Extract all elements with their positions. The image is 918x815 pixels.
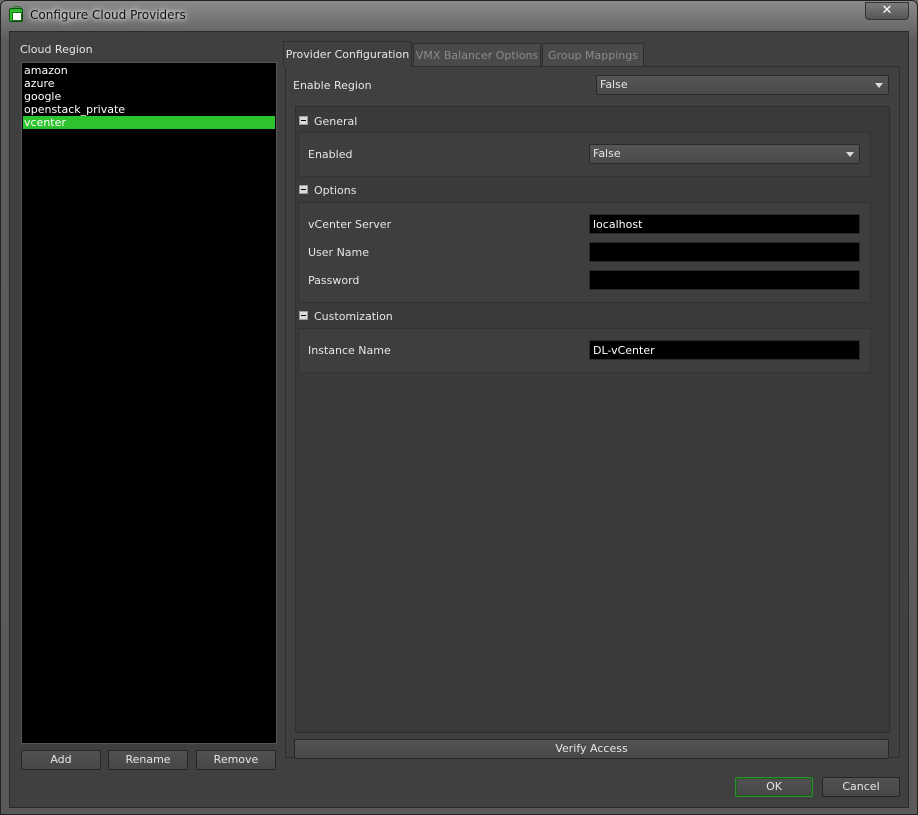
tab-provider-configuration[interactable]: Provider Configuration	[283, 41, 412, 67]
cloud-region-list[interactable]: amazon azure google openstack_private vc…	[21, 62, 277, 744]
customization-group: Instance Name	[298, 328, 871, 373]
enable-region-select[interactable]: False	[596, 75, 889, 95]
verify-access-button[interactable]: Verify Access	[294, 739, 889, 759]
cloud-region-label: Cloud Region	[20, 43, 93, 56]
enable-region-value: False	[600, 78, 628, 91]
list-item-openstack-private[interactable]: openstack_private	[23, 103, 275, 116]
chevron-down-icon	[846, 152, 854, 157]
options-group: vCenter Server User Name Password	[298, 202, 871, 303]
user-name-input[interactable]	[589, 242, 860, 262]
enable-region-label: Enable Region	[293, 79, 372, 92]
user-name-label: User Name	[308, 246, 370, 259]
password-input[interactable]	[589, 270, 860, 290]
list-item-azure[interactable]: azure	[23, 77, 275, 90]
collapse-options-icon[interactable]	[299, 185, 308, 194]
section-general-title: General	[314, 115, 358, 128]
instance-name-input[interactable]	[589, 340, 860, 360]
section-options-title: Options	[314, 184, 357, 197]
rename-button[interactable]: Rename	[108, 750, 188, 770]
provider-configuration-pane: Enable Region False General Enabled Fals…	[285, 66, 900, 758]
collapse-general-icon[interactable]	[299, 116, 308, 125]
close-button[interactable]: ✕	[865, 2, 909, 20]
chevron-down-icon	[875, 83, 883, 88]
enabled-select[interactable]: False	[589, 144, 860, 164]
properties-panel: General Enabled False Options vCenter Se…	[295, 106, 890, 733]
instance-name-label: Instance Name	[308, 344, 391, 357]
dialog-client-area: Cloud Region amazon azure google opensta…	[9, 31, 909, 808]
collapse-customization-icon[interactable]	[299, 311, 308, 320]
section-customization-title: Customization	[314, 310, 393, 323]
password-label: Password	[308, 274, 360, 287]
ok-button[interactable]: OK	[735, 777, 813, 797]
enabled-value: False	[593, 147, 621, 160]
list-item-vcenter[interactable]: vcenter	[23, 116, 275, 129]
list-item-amazon[interactable]: amazon	[23, 64, 275, 77]
cancel-button[interactable]: Cancel	[822, 777, 900, 797]
tab-group-mappings[interactable]: Group Mappings	[542, 43, 644, 66]
vcenter-server-label: vCenter Server	[308, 218, 392, 231]
window-title: Configure Cloud Providers	[30, 8, 186, 22]
remove-button[interactable]: Remove	[196, 750, 276, 770]
title-bar[interactable]: Configure Cloud Providers ✕	[1, 1, 917, 29]
add-button[interactable]: Add	[21, 750, 101, 770]
app-icon	[9, 6, 23, 22]
dialog-window: Configure Cloud Providers ✕ Cloud Region…	[0, 0, 918, 815]
tab-vmx-balancer-options[interactable]: VMX Balancer Options	[413, 43, 541, 66]
general-group: Enabled False	[298, 132, 871, 177]
enabled-label: Enabled	[308, 148, 353, 161]
vcenter-server-input[interactable]	[589, 214, 860, 234]
list-item-google[interactable]: google	[23, 90, 275, 103]
